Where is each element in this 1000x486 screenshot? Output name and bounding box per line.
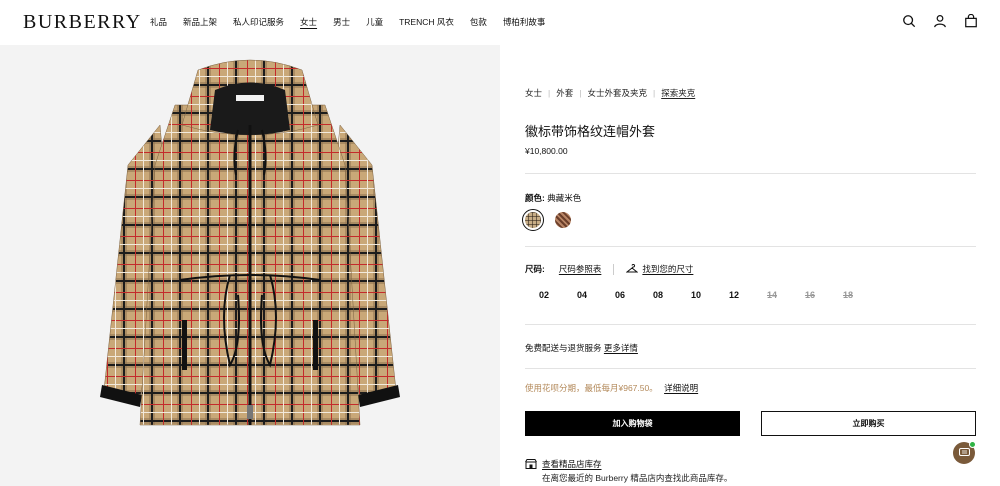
breadcrumb-explore-jackets[interactable]: 探索夹克: [661, 87, 695, 99]
online-indicator: [969, 441, 976, 448]
account-icon[interactable]: [933, 14, 947, 28]
product-price: ¥10,800.00: [525, 146, 568, 156]
nav-item-women[interactable]: 女士: [300, 16, 317, 28]
installment-text: 使用花呗分期，最低每月¥967.50。: [525, 383, 658, 393]
product-image[interactable]: [0, 45, 500, 486]
add-to-bag-button[interactable]: 加入购物袋: [525, 411, 740, 436]
nav-item-men[interactable]: 男士: [333, 16, 350, 28]
size-guide-link[interactable]: 尺码参照表: [559, 263, 602, 275]
size-options: 02 04 06 08 10 12 14 16 18: [525, 290, 867, 300]
color-swatches: [522, 209, 571, 231]
swatch-archive-beige[interactable]: [522, 209, 544, 231]
size-option-04[interactable]: 04: [563, 290, 601, 300]
breadcrumb-separator: |: [652, 88, 656, 98]
color-value: 典藏米色: [547, 193, 582, 203]
size-option-10[interactable]: 10: [677, 290, 715, 300]
chat-button[interactable]: [953, 441, 976, 464]
product-image-panel: [0, 45, 500, 486]
shipping-details-link[interactable]: 更多详情: [604, 343, 638, 353]
breadcrumb: 女士 | 外套 | 女士外套及夹克 | 探索夹克: [525, 87, 695, 99]
installment-details-link[interactable]: 详细说明: [664, 383, 698, 393]
divider: [525, 246, 976, 247]
size-option-18-unavailable[interactable]: 18: [829, 290, 867, 300]
find-size-link[interactable]: 找到您的尺寸: [642, 263, 693, 275]
divider: [613, 263, 615, 275]
size-option-06[interactable]: 06: [601, 290, 639, 300]
product-title: 徽标带饰格纹连帽外套: [525, 124, 656, 139]
breadcrumb-separator: |: [548, 88, 551, 98]
nav-item-new-arrivals[interactable]: 新品上架: [183, 16, 217, 28]
breadcrumb-women[interactable]: 女士: [525, 87, 542, 99]
size-option-16-unavailable[interactable]: 16: [791, 290, 829, 300]
shipping-info: 免费配送与退货服务 更多详情: [525, 342, 638, 354]
nav-item-children[interactable]: 儿童: [366, 16, 383, 28]
nav-item-stories[interactable]: 博柏利故事: [503, 16, 546, 28]
chat-icon: [958, 448, 970, 456]
bag-icon[interactable]: [964, 14, 978, 28]
color-selector-label: 颜色: 典藏米色: [525, 192, 581, 204]
store-icon: [525, 459, 537, 469]
breadcrumb-coats-jackets[interactable]: 女士外套及夹克: [587, 87, 647, 99]
size-option-12[interactable]: 12: [715, 290, 753, 300]
nav-item-gifts[interactable]: 礼品: [150, 16, 167, 28]
installment-info: 使用花呗分期，最低每月¥967.50。 详细说明: [525, 382, 698, 394]
divider: [525, 324, 976, 325]
size-option-02[interactable]: 02: [525, 290, 563, 300]
breadcrumb-outerwear[interactable]: 外套: [556, 87, 573, 99]
divider: [525, 173, 976, 174]
shipping-text: 免费配送与退货服务: [525, 343, 602, 353]
check-store-stock-link[interactable]: 查看精品店库存: [542, 458, 602, 470]
main-nav: 礼品 新品上架 私人印记服务 女士 男士 儿童 TRENCH 风衣 包款 博柏利…: [150, 16, 561, 28]
nav-item-trench[interactable]: TRENCH 风衣: [399, 16, 454, 28]
color-label: 颜色:: [525, 193, 545, 203]
search-icon[interactable]: [902, 14, 916, 28]
store-stock-description: 在离您最近的 Burberry 精品店内查找此商品库存。: [542, 473, 733, 483]
header-actions: [902, 14, 978, 28]
size-option-08[interactable]: 08: [639, 290, 677, 300]
nav-item-bags[interactable]: 包款: [470, 16, 487, 28]
hanger-icon: [626, 264, 639, 273]
breadcrumb-separator: |: [579, 88, 582, 98]
size-selector-header: 尺码: 尺码参照表 找到您的尺寸: [525, 263, 693, 275]
size-option-14-unavailable[interactable]: 14: [753, 290, 791, 300]
nav-item-monogram[interactable]: 私人印记服务: [233, 16, 284, 28]
buy-now-button[interactable]: 立即购买: [761, 411, 976, 436]
swatch-brown-check[interactable]: [555, 212, 571, 228]
size-label: 尺码:: [525, 264, 545, 274]
site-header: BURBERRY 礼品 新品上架 私人印记服务 女士 男士 儿童 TRENCH …: [0, 0, 1000, 45]
divider: [525, 368, 976, 369]
brand-logo[interactable]: BURBERRY: [23, 11, 142, 34]
